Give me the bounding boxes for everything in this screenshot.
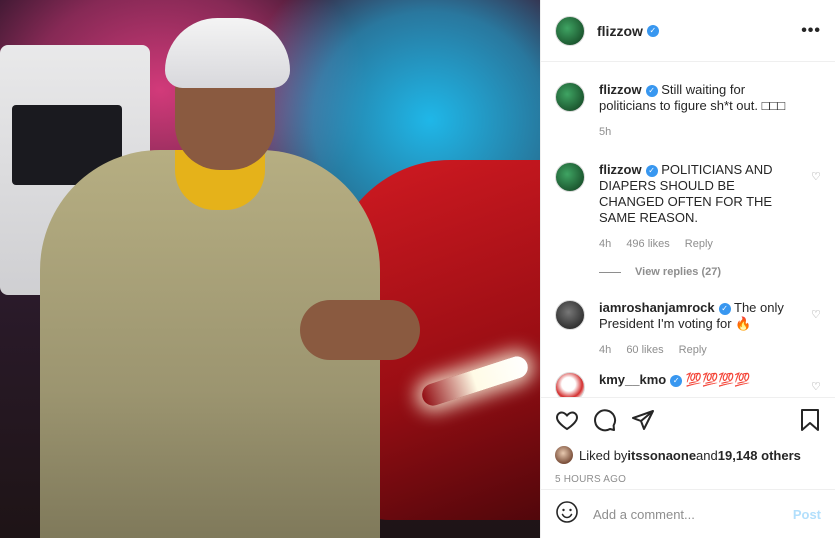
- verified-icon: ✓: [646, 24, 659, 37]
- post-photo[interactable]: [0, 0, 540, 538]
- comment-text: 💯💯💯💯: [685, 372, 751, 387]
- comment-time[interactable]: 4h: [599, 344, 611, 356]
- verified-icon: ✓: [718, 302, 731, 315]
- comment-likes[interactable]: 60 likes: [626, 344, 663, 356]
- verified-icon: ✓: [645, 164, 658, 177]
- comment-item: flizzow ✓ POLITICIANS AND DIAPERS SHOULD …: [555, 162, 821, 252]
- comment-username[interactable]: iamroshanjamrock: [599, 300, 715, 315]
- comment-item: kmy__kmo ✓ 💯💯💯💯 ♡: [555, 372, 821, 397]
- reply-button[interactable]: Reply: [679, 344, 707, 356]
- comment-time[interactable]: 4h: [599, 238, 611, 250]
- verified-icon: ✓: [670, 374, 683, 387]
- post-header: flizzow ✓ •••: [541, 0, 835, 62]
- comment-username[interactable]: flizzow: [599, 82, 642, 97]
- comment-icon[interactable]: [593, 408, 617, 437]
- view-replies-button[interactable]: View replies (27): [599, 266, 821, 278]
- post-sidebar: flizzow ✓ ••• flizzow ✓ Still waiting for…: [540, 0, 835, 538]
- divider: [599, 271, 621, 273]
- heart-icon[interactable]: ♡: [811, 170, 821, 183]
- comment-time[interactable]: 5h: [599, 126, 611, 138]
- comment-likes[interactable]: 496 likes: [626, 238, 669, 250]
- share-icon[interactable]: [631, 408, 655, 437]
- avatar[interactable]: [555, 82, 585, 112]
- post-timestamp[interactable]: 5 HOURS AGO: [555, 474, 821, 485]
- avatar[interactable]: [555, 372, 585, 397]
- comment-input[interactable]: [591, 505, 793, 523]
- author-avatar[interactable]: [555, 15, 585, 46]
- avatar[interactable]: [555, 446, 573, 464]
- verified-icon: ✓: [645, 84, 658, 97]
- comment-item: flizzow ✓ Still waiting for politicians t…: [555, 82, 821, 140]
- post-button[interactable]: Post: [793, 507, 821, 522]
- emoji-icon[interactable]: [555, 500, 579, 529]
- add-comment-bar: Post: [541, 489, 835, 538]
- more-icon[interactable]: •••: [801, 22, 821, 40]
- comments-list[interactable]: flizzow ✓ Still waiting for politicians t…: [541, 62, 835, 397]
- liked-by-user[interactable]: itssonaone: [627, 448, 696, 463]
- avatar[interactable]: [555, 300, 585, 330]
- heart-icon[interactable]: ♡: [811, 308, 821, 321]
- comment-item: iamroshanjamrock ✓ The only President I'm…: [555, 300, 821, 358]
- post-actions: Liked by itssonaone and 19,148 others 5 …: [541, 397, 835, 489]
- comment-username[interactable]: flizzow: [599, 162, 642, 177]
- avatar[interactable]: [555, 162, 585, 192]
- bookmark-icon[interactable]: [799, 408, 821, 437]
- liked-by-others[interactable]: 19,148 others: [718, 448, 801, 463]
- heart-icon[interactable]: ♡: [811, 380, 821, 393]
- author-username[interactable]: flizzow: [597, 23, 643, 39]
- reply-button[interactable]: Reply: [685, 238, 713, 250]
- heart-icon[interactable]: [555, 408, 579, 437]
- likes-summary: Liked by itssonaone and 19,148 others: [555, 446, 821, 464]
- instagram-post: flizzow ✓ ••• flizzow ✓ Still waiting for…: [0, 0, 835, 538]
- comment-username[interactable]: kmy__kmo: [599, 372, 666, 387]
